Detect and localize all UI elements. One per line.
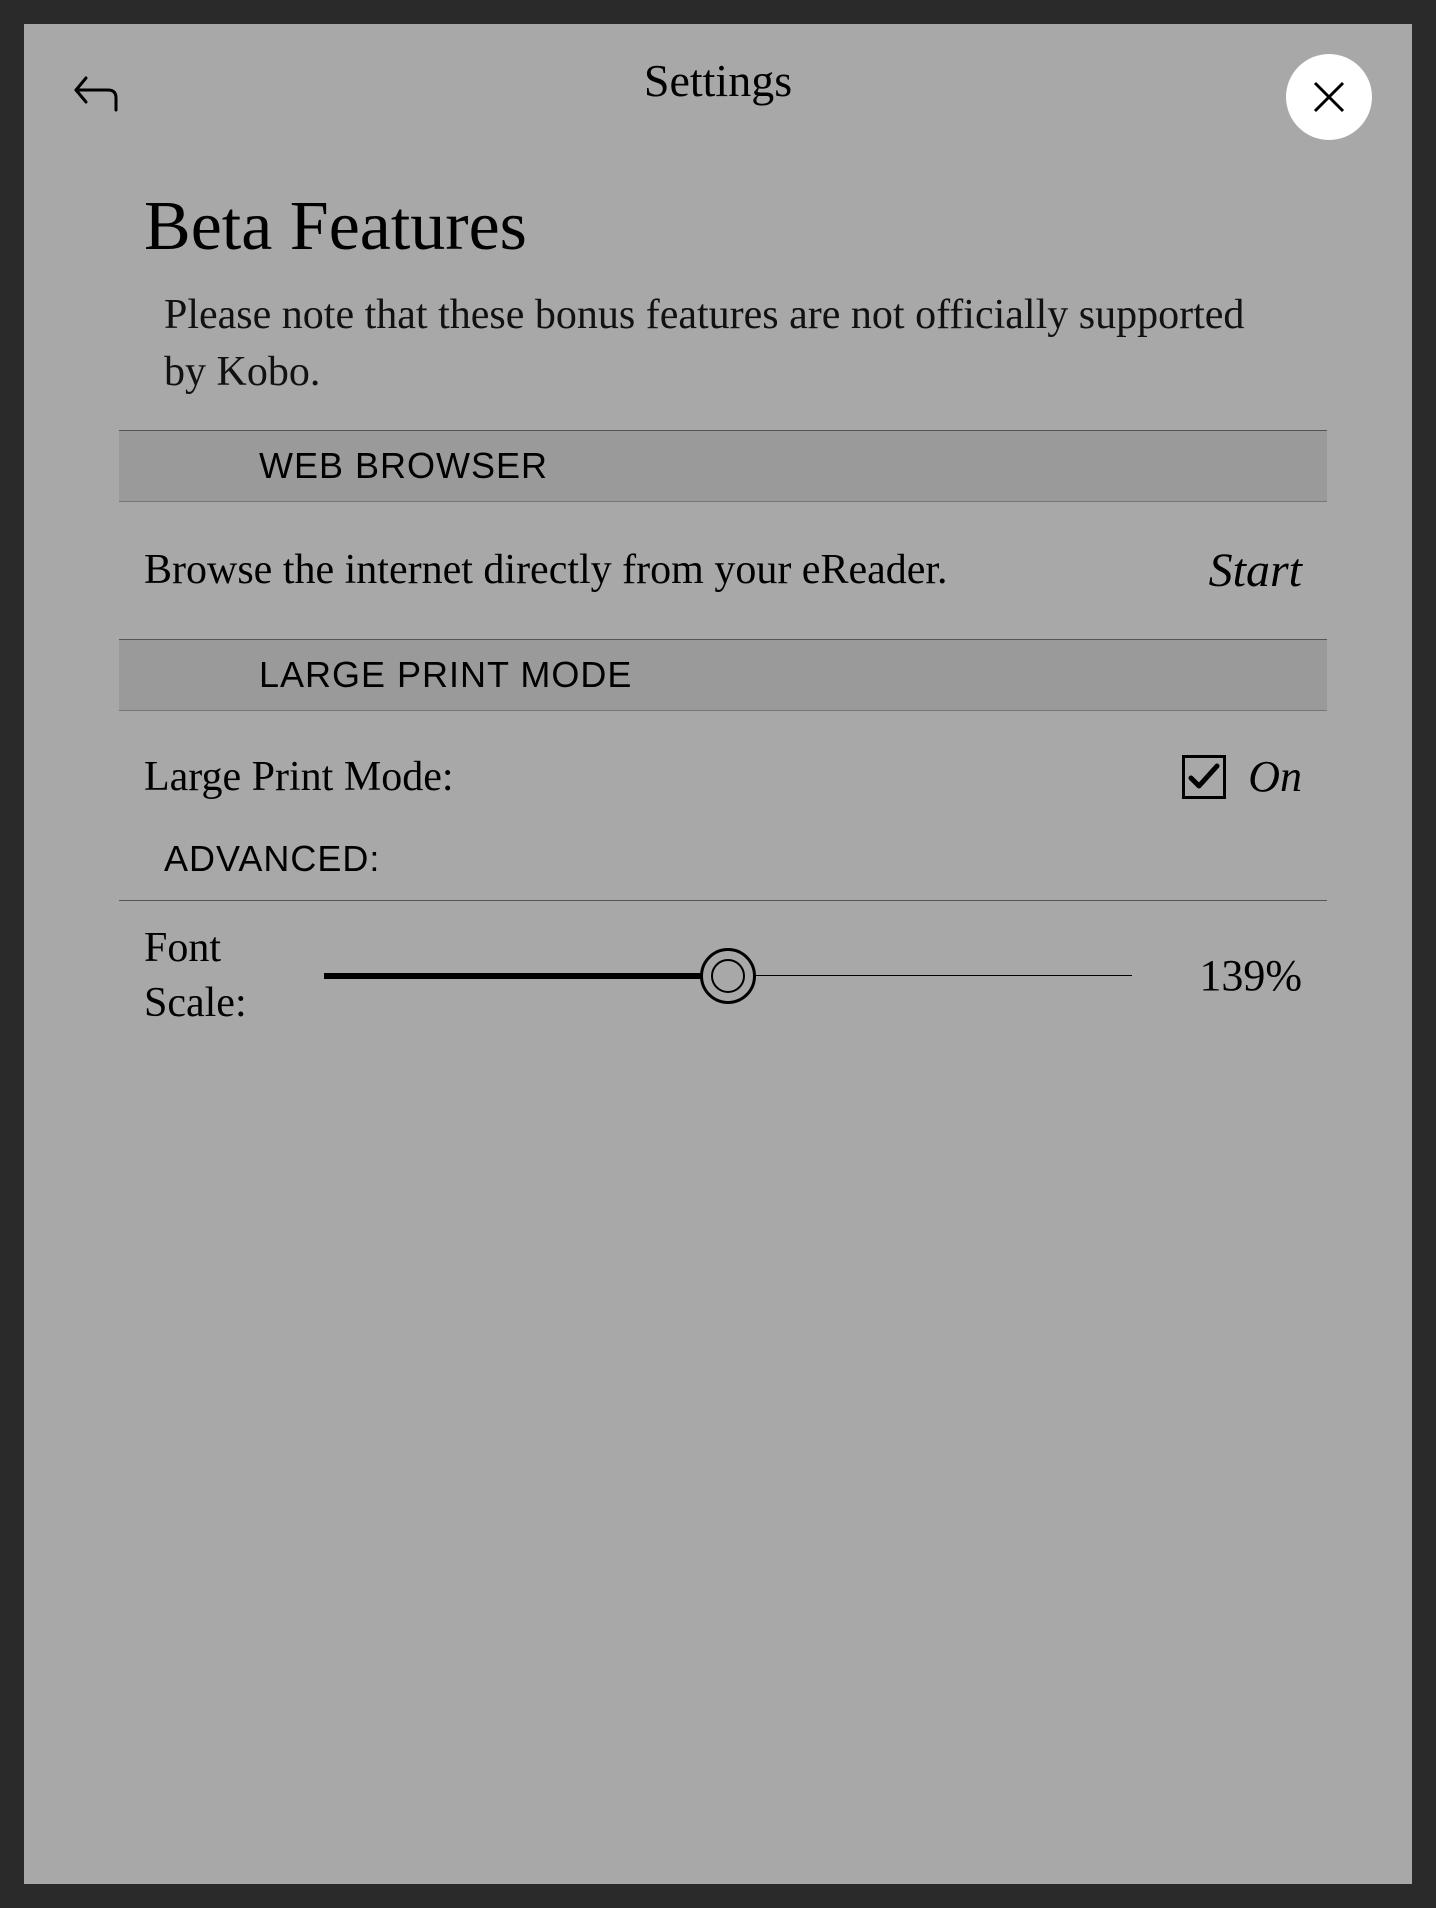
- large-print-toggle[interactable]: On: [1182, 751, 1302, 802]
- section-header-web-browser: WEB BROWSER: [119, 430, 1327, 502]
- slider-thumb-inner: [711, 959, 745, 993]
- back-arrow-icon: [72, 74, 120, 114]
- slider-thumb[interactable]: [700, 948, 756, 1004]
- font-scale-label: Font Scale:: [144, 921, 284, 1030]
- web-browser-description: Browse the internet directly from your e…: [144, 542, 948, 599]
- settings-screen: Settings Beta Features Please note that …: [24, 24, 1412, 1884]
- page-title: Beta Features: [24, 187, 1412, 287]
- web-browser-start-button[interactable]: Start: [1209, 543, 1302, 598]
- font-scale-value: 139%: [1172, 950, 1302, 1001]
- content-area: Beta Features Please note that these bon…: [24, 127, 1412, 1050]
- font-scale-slider[interactable]: [324, 946, 1132, 1006]
- checkmark-icon: [1187, 760, 1221, 794]
- large-print-label: Large Print Mode:: [144, 753, 454, 801]
- large-print-state: On: [1248, 751, 1302, 802]
- close-button[interactable]: [1286, 54, 1372, 140]
- large-print-checkbox[interactable]: [1182, 755, 1226, 799]
- header-title: Settings: [644, 54, 792, 107]
- slider-track-fill: [324, 973, 728, 979]
- section-header-text: WEB BROWSER: [259, 445, 548, 486]
- page-description: Please note that these bonus features ar…: [24, 287, 1412, 430]
- web-browser-row: Browse the internet directly from your e…: [24, 502, 1412, 639]
- section-header-large-print: LARGE PRINT MODE: [119, 639, 1327, 711]
- back-button[interactable]: [72, 74, 120, 119]
- section-header-text: LARGE PRINT MODE: [259, 654, 632, 695]
- large-print-toggle-row: Large Print Mode: On: [24, 711, 1412, 830]
- advanced-label: ADVANCED:: [24, 830, 1412, 900]
- close-icon: [1311, 79, 1347, 115]
- font-scale-row: Font Scale: 139%: [24, 901, 1412, 1050]
- header-bar: Settings: [24, 24, 1412, 127]
